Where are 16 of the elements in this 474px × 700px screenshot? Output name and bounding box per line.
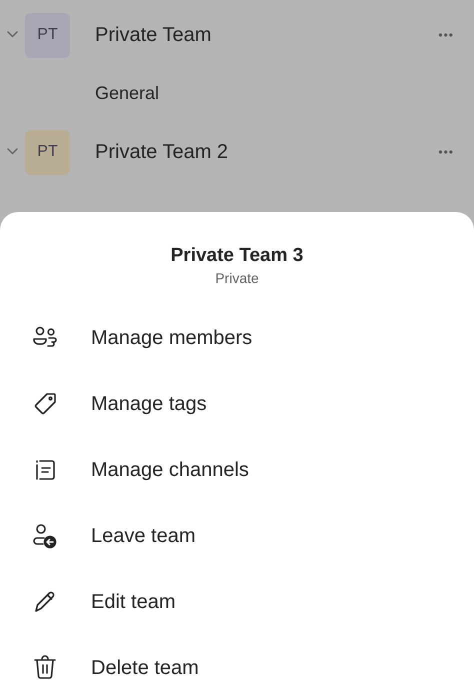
team-name[interactable]: Private Team [95,24,438,46]
channel-name[interactable]: General [95,83,160,104]
sheet-title: Private Team 3 [170,245,304,267]
menu-item[interactable]: Delete team [91,656,199,680]
team-name[interactable]: Private Team 2 [95,140,438,164]
menu-item[interactable]: Manage channels [91,458,249,482]
menu-item[interactable]: Manage tags [91,392,207,416]
leave-person-icon [31,522,59,550]
team-avatar: PT [25,130,70,174]
more-options-button[interactable]: ••• [438,28,454,42]
sheet-subtitle: Private [215,270,259,286]
more-options-button[interactable]: ••• [438,145,454,159]
menu-item[interactable]: Edit team [91,590,176,614]
menu-item[interactable]: Manage members [91,326,252,350]
menu-item[interactable]: Leave team [91,524,196,548]
team-avatar: PT [25,12,70,58]
